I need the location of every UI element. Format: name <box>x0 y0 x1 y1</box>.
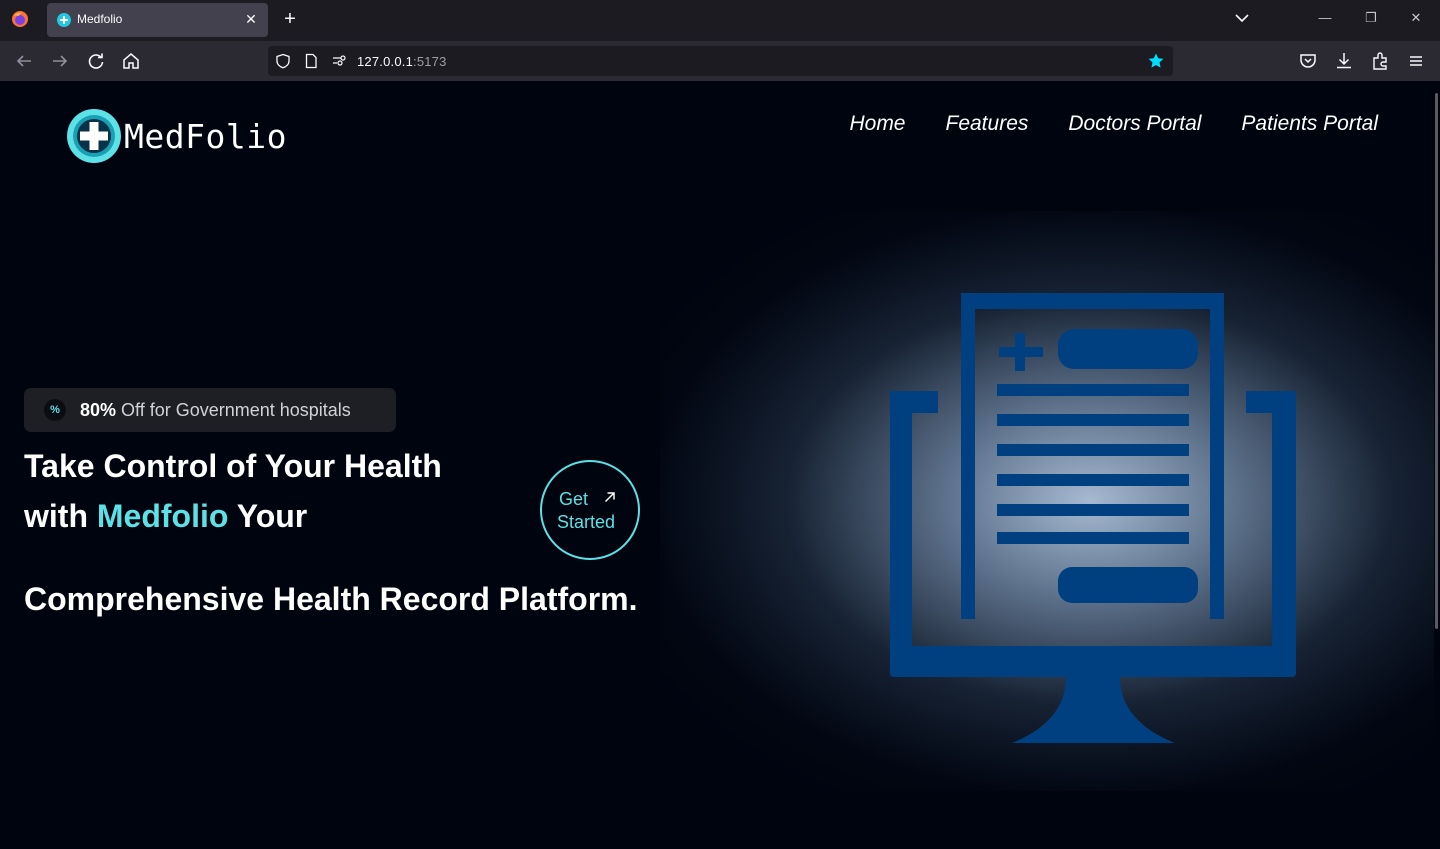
medfolio-favicon-icon <box>57 13 71 27</box>
home-icon[interactable] <box>120 50 142 72</box>
badge-text: 80% Off for Government hospitals <box>80 400 351 421</box>
hero-title-line-2-pre: with <box>24 498 97 534</box>
hero-title-line-2: with Medfolio Your <box>24 491 544 541</box>
badge-description: Off for Government hospitals <box>116 400 351 420</box>
arrow-up-right-icon <box>604 492 615 503</box>
url-text[interactable]: 127.0.0.1:5173 <box>357 54 447 69</box>
url-bar[interactable]: 127.0.0.1:5173 <box>268 46 1173 76</box>
star-icon[interactable] <box>1147 52 1165 70</box>
scrollbar-thumb[interactable] <box>1435 93 1438 629</box>
percent-icon: % <box>44 399 66 421</box>
hero-title-line-2-post: Your <box>228 498 308 534</box>
firefox-icon[interactable] <box>11 10 29 28</box>
restore-icon[interactable]: ❐ <box>1360 8 1382 28</box>
nav-patients-portal[interactable]: Patients Portal <box>1241 112 1378 136</box>
url-port: :5173 <box>413 54 447 69</box>
download-icon[interactable] <box>1333 50 1355 72</box>
main-nav: Home Features Doctors Portal Patients Po… <box>849 112 1378 136</box>
shield-icon[interactable] <box>275 53 291 69</box>
pocket-icon[interactable] <box>1297 50 1319 72</box>
forward-icon[interactable] <box>49 50 71 72</box>
extensions-icon[interactable] <box>1369 50 1391 72</box>
back-icon[interactable] <box>13 50 35 72</box>
connection-icon[interactable] <box>331 53 347 69</box>
hero-brand-name: Medfolio <box>96 498 229 534</box>
new-tab-plus-icon[interactable]: + <box>278 6 302 32</box>
tab-title: Medfolio <box>77 12 123 26</box>
browser-toolbar: 127.0.0.1:5173 <box>0 41 1440 81</box>
reload-icon[interactable] <box>85 50 107 72</box>
close-tab-icon[interactable]: ✕ <box>242 9 260 29</box>
badge-discount-value: 80% <box>80 400 117 420</box>
page-icon[interactable] <box>303 53 319 69</box>
hero-title: Take Control of Your Health with Medfoli… <box>24 441 544 541</box>
nav-home[interactable]: Home <box>849 112 905 136</box>
cta-label-line-1: Get <box>559 489 589 509</box>
logo-text: MedFolio <box>124 116 287 156</box>
get-started-button[interactable]: Get Started <box>540 460 640 560</box>
window-close-icon[interactable]: ✕ <box>1405 8 1427 28</box>
medical-cross-logo-icon <box>67 109 121 163</box>
site-logo[interactable]: MedFolio <box>66 108 287 164</box>
hero-title-line-1: Take Control of Your Health <box>24 448 442 484</box>
chevron-down-icon[interactable] <box>1232 8 1252 28</box>
menu-icon[interactable] <box>1405 50 1427 72</box>
url-host: 127.0.0.1 <box>357 54 414 69</box>
browser-tab-bar: Medfolio ✕ + — ❐ ✕ <box>0 0 1440 41</box>
discount-badge: % 80% Off for Government hospitals <box>24 388 396 432</box>
page-scrollbar[interactable] <box>1434 81 1440 849</box>
medical-record-monitor-icon <box>890 293 1296 743</box>
active-tab[interactable]: Medfolio ✕ <box>47 3 268 37</box>
minimize-icon[interactable]: — <box>1314 8 1336 28</box>
nav-features[interactable]: Features <box>946 112 1029 136</box>
hero-title-line-3: Comprehensive Health Record Platform. <box>24 581 638 617</box>
cta-label-line-2: Started <box>557 512 616 532</box>
nav-doctors-portal[interactable]: Doctors Portal <box>1068 112 1201 136</box>
page-viewport: MedFolio Home Features Doctors Portal Pa… <box>0 81 1434 849</box>
